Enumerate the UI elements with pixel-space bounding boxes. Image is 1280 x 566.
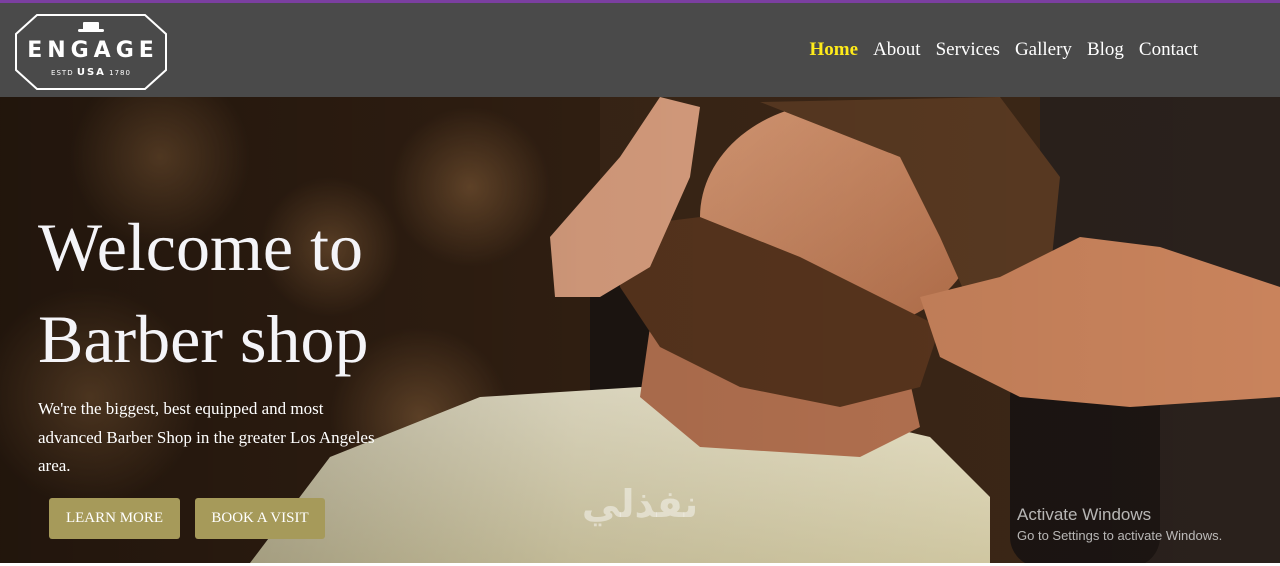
logo-year: 1780 (109, 69, 131, 77)
logo-est: ESTD (51, 69, 74, 77)
nav-blog[interactable]: Blog (1087, 39, 1124, 61)
watermark-subtitle: Go to Settings to activate Windows. (1017, 528, 1223, 543)
logo-country: USA (76, 67, 106, 78)
nav-contact[interactable]: Contact (1139, 39, 1198, 61)
nav-services[interactable]: Services (936, 39, 1000, 61)
site-logo[interactable]: ENGAGE ESTD USA 1780 (15, 14, 167, 90)
logo-name: ENGAGE (27, 38, 159, 63)
main-nav: Home About Services Gallery Blog Contact (810, 39, 1198, 61)
nav-gallery[interactable]: Gallery (1015, 39, 1072, 61)
site-watermark: نفذلي (581, 482, 699, 526)
windows-activation-watermark: Activate Windows Go to Settings to activ… (1017, 505, 1222, 543)
nav-home[interactable]: Home (810, 39, 859, 61)
hero-title-line2: Barber shop (38, 301, 369, 377)
hat-icon (78, 22, 104, 32)
logo-tagline: ESTD USA 1780 (15, 67, 167, 78)
learn-more-button[interactable]: LEARN MORE (49, 498, 180, 539)
watermark-title: Activate Windows (1017, 505, 1152, 524)
book-visit-button[interactable]: BOOK A VISIT (195, 498, 325, 539)
hero-title: Welcome to Barber shop (38, 201, 458, 385)
nav-about[interactable]: About (873, 39, 921, 61)
hero-section: Welcome to Barber shop We're the biggest… (0, 97, 1280, 563)
hero-description: We're the biggest, best equipped and mos… (38, 399, 375, 475)
navbar: ENGAGE ESTD USA 1780 Home About Services… (0, 3, 1280, 97)
hero-title-line1: Welcome to (38, 209, 363, 285)
